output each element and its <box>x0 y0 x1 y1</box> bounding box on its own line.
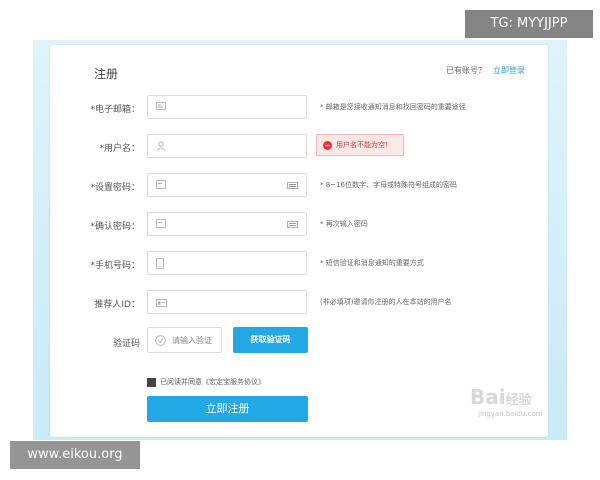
get-captcha-button[interactable]: 获取验证码 <box>233 327 308 353</box>
username-error-text: 用户名不能为空！ <box>336 141 392 149</box>
password-field[interactable] <box>147 173 307 197</box>
register-button[interactable]: 立即注册 <box>147 396 308 422</box>
email-hint: * 邮箱是您接收通知消息和找回密码的重要途径 <box>320 103 466 111</box>
site-watermark: www.eikou.org <box>10 441 140 469</box>
agreement-link[interactable]: 《宏定宝服务协议》 <box>202 378 265 386</box>
phone-label: *手机号码： <box>90 261 140 271</box>
confirm-password-field[interactable] <box>147 212 307 236</box>
lock-icon <box>156 219 166 228</box>
email-label: *电子邮箱： <box>90 105 140 115</box>
captcha-input[interactable]: 请输入验证 <box>147 327 222 353</box>
captcha-placeholder: 请输入验证 <box>172 336 212 345</box>
baidu-watermark-text: Bai <box>470 385 506 409</box>
has-account-text: 已有账号？ <box>446 66 486 75</box>
username-label: *用户名： <box>99 144 140 154</box>
keyboard-icon[interactable] <box>287 182 298 189</box>
referrer-hint: (非必填项)邀请你注册的人在本站的用户名 <box>320 298 452 306</box>
keyboard-icon[interactable] <box>287 221 298 228</box>
register-card: 注册 已有账号？ 立即登录 *电子邮箱： * 邮箱是您接收通知消息和找回密码的重… <box>50 45 548 437</box>
user-icon <box>156 141 166 151</box>
shield-check-icon <box>155 335 166 346</box>
password-label: *设置密码： <box>90 183 140 193</box>
username-error-message: 用户名不能为空！ <box>316 134 404 156</box>
agreement-checkbox[interactable] <box>147 377 156 387</box>
lock-icon <box>156 180 166 189</box>
error-icon <box>323 141 332 150</box>
referrer-label: 推荐人ID： <box>94 300 140 310</box>
phone-field[interactable] <box>147 251 307 275</box>
mail-icon <box>156 102 166 110</box>
login-link[interactable]: 立即登录 <box>493 65 525 76</box>
tg-watermark: TG: MYYJJPP <box>465 10 593 38</box>
phone-icon <box>156 258 164 269</box>
username-field[interactable] <box>147 134 307 158</box>
agreement-row: 已阅读并同意《宏定宝服务协议》 <box>147 377 265 387</box>
confirm-password-label: *确认密码： <box>90 222 140 232</box>
baidu-watermark-cn: 经验 <box>505 393 532 408</box>
agreement-text: 已阅读并同意 <box>160 378 202 386</box>
baidu-watermark-url: jingyan.baidu.com <box>478 410 543 418</box>
password-hint: * 8~16位数字、字母或特殊符号组成的密码 <box>320 181 457 189</box>
id-card-icon <box>156 299 167 307</box>
email-field[interactable] <box>147 95 307 119</box>
captcha-label: 验证码 <box>112 339 140 349</box>
page-title: 注册 <box>94 67 119 81</box>
referrer-field[interactable] <box>147 290 307 314</box>
phone-hint: * 短信验证和消息通知的重要方式 <box>320 259 424 267</box>
confirm-password-hint: * 再次输入密码 <box>320 220 368 228</box>
baidu-watermark: Bai经验 <box>470 385 532 409</box>
